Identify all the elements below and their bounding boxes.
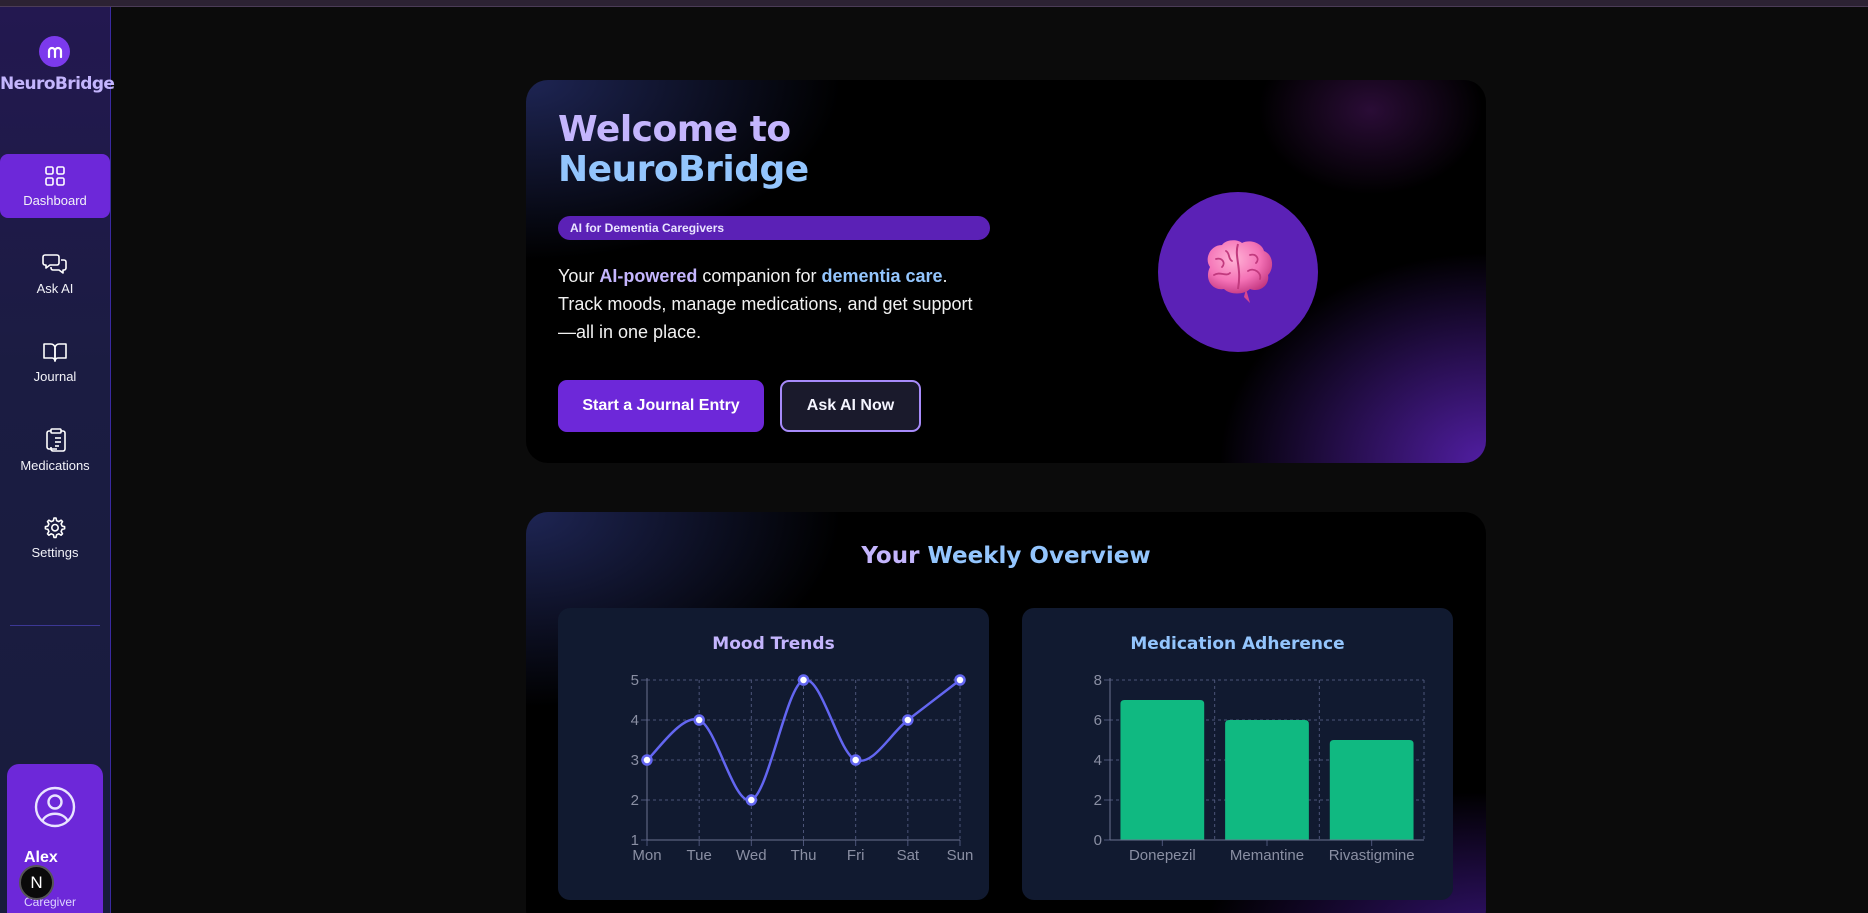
sidebar-item-ask-ai[interactable]: Ask AI bbox=[0, 242, 110, 306]
dev-tools-badge[interactable]: N bbox=[19, 865, 54, 900]
user-avatar-icon bbox=[34, 786, 76, 828]
browser-top-bar bbox=[0, 0, 1868, 7]
desc-text: Your bbox=[558, 266, 600, 286]
y-tick-label: 4 bbox=[1094, 752, 1102, 769]
x-tick-label: Mon bbox=[632, 847, 661, 864]
grid-icon bbox=[45, 166, 65, 186]
sidebar-item-label: Ask AI bbox=[36, 281, 74, 296]
chat-icon bbox=[42, 254, 67, 274]
mood-point-mon bbox=[641, 754, 653, 766]
x-tick-label: Sun bbox=[947, 847, 974, 864]
medication-adherence-chart: 0 2 4 6 8 Donepezil Memantine Rivastigmine bbox=[1094, 672, 1425, 864]
hero-title-line2: NeuroBridge bbox=[558, 149, 809, 190]
x-tick-label: Thu bbox=[791, 847, 817, 864]
ask-ai-button[interactable]: Ask AI Now bbox=[780, 380, 921, 432]
sidebar-item-label: Settings bbox=[31, 545, 79, 560]
mood-point-thu bbox=[797, 674, 810, 686]
bar-donepezil bbox=[1120, 700, 1205, 840]
hero-tagline-badge: AI for Dementia Caregivers bbox=[558, 216, 990, 240]
sidebar-item-journal[interactable]: Journal bbox=[0, 330, 110, 394]
x-tick-label: Rivastigmine bbox=[1329, 847, 1415, 864]
sidebar-divider bbox=[10, 625, 100, 626]
y-tick-label: 4 bbox=[631, 712, 639, 729]
overview-title-part1: Your bbox=[861, 543, 928, 569]
x-tick-label: Memantine bbox=[1230, 847, 1304, 864]
sidebar-item-label: Dashboard bbox=[23, 193, 87, 208]
desc-highlight-care: dementia care bbox=[821, 266, 943, 286]
sidebar-item-settings[interactable]: Settings bbox=[0, 506, 110, 570]
logo-mark-icon bbox=[39, 36, 70, 67]
bar-memantine bbox=[1225, 720, 1309, 840]
y-tick-label: 6 bbox=[1094, 712, 1102, 729]
mood-trends-card: Mood Trends 1 2 3 4 5 Mon Tue Wed Thu Fri Sat Sun bbox=[558, 608, 989, 900]
sidebar-item-label: Journal bbox=[33, 369, 77, 384]
hero-description: Your AI-powered companion for dementia c… bbox=[558, 262, 988, 346]
sidebar-item-medications[interactable]: Medications bbox=[0, 418, 110, 482]
y-tick-label: 0 bbox=[1094, 832, 1102, 849]
hero-title-line1: Welcome to bbox=[558, 109, 791, 150]
overview-title: Your Weekly Overview bbox=[526, 543, 1486, 569]
y-tick-label: 3 bbox=[631, 752, 639, 769]
bar-rivastigmine bbox=[1329, 740, 1414, 840]
sidebar-item-dashboard[interactable]: Dashboard bbox=[0, 154, 110, 218]
x-tick-label: Tue bbox=[687, 847, 712, 864]
start-journal-button[interactable]: Start a Journal Entry bbox=[558, 380, 764, 432]
welcome-hero: Welcome to NeuroBridge AI for Dementia C… bbox=[526, 80, 1486, 463]
y-tick-label: 2 bbox=[1094, 792, 1102, 809]
y-tick-label: 2 bbox=[631, 792, 639, 809]
clipboard-icon bbox=[46, 428, 66, 452]
desc-text: companion for bbox=[697, 266, 822, 286]
brain-illustration bbox=[1158, 192, 1318, 352]
brain-icon bbox=[1207, 240, 1273, 303]
gear-icon bbox=[44, 517, 66, 539]
x-tick-label: Wed bbox=[736, 847, 767, 864]
mood-point-fri bbox=[849, 754, 862, 766]
hero-title: Welcome to NeuroBridge bbox=[558, 110, 809, 190]
x-tick-label: Sat bbox=[897, 847, 920, 864]
desc-highlight-ai: AI-powered bbox=[599, 266, 698, 286]
y-tick-label: 8 bbox=[1094, 672, 1102, 689]
book-icon bbox=[43, 343, 67, 362]
medication-adherence-card: Medication Adherence 0 2 4 6 8 Donepezil Meman… bbox=[1022, 608, 1453, 900]
mood-point-wed bbox=[745, 794, 758, 806]
app-logo-text: NeuroBridge bbox=[0, 74, 115, 94]
mood-point-sat bbox=[902, 714, 914, 726]
mood-point-tue bbox=[693, 714, 705, 726]
x-tick-label: Fri bbox=[847, 847, 865, 864]
user-name: Alex bbox=[24, 849, 58, 866]
sidebar: NeuroBridge Dashboard Ask AI Journal Med… bbox=[0, 7, 115, 913]
weekly-overview: Your Weekly Overview Mood Trends 1 2 3 4 5 Mo… bbox=[526, 512, 1486, 913]
mood-trends-chart: 12345Mon Tue Wed Thu Fri Sat Sun bbox=[631, 672, 974, 864]
mood-point-sun bbox=[954, 674, 966, 686]
x-tick-label: Donepezil bbox=[1129, 847, 1196, 864]
sidebar-item-label: Medications bbox=[20, 458, 90, 473]
y-tick-label: 5 bbox=[631, 672, 639, 689]
overview-title-part2: Weekly Overview bbox=[927, 543, 1151, 569]
